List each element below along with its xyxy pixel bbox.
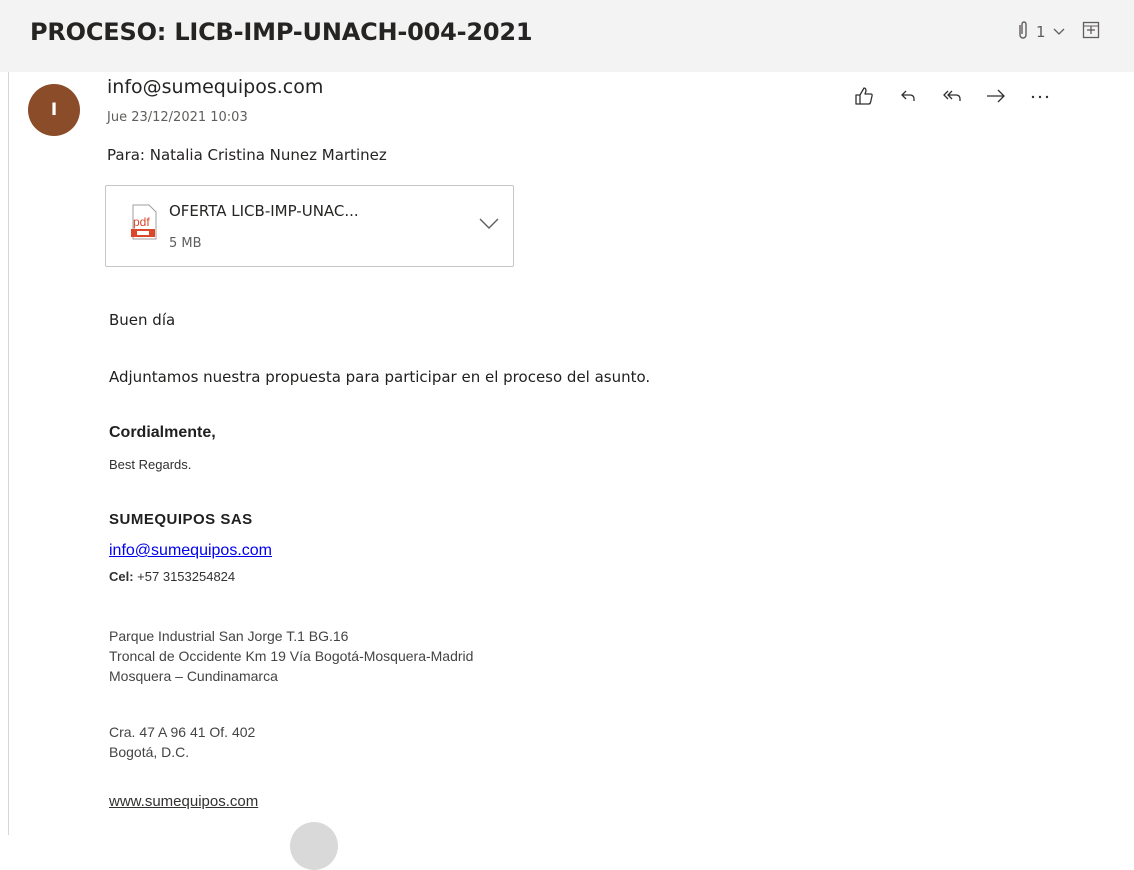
address-block-1: Parque Industrial San Jorge T.1 BG.16 Tr… bbox=[109, 626, 473, 686]
cel-label: Cel: bbox=[109, 569, 134, 584]
email-subject: PROCESO: LICB-IMP-UNACH-004-2021 bbox=[30, 18, 533, 46]
header-tools: 1 bbox=[1016, 20, 1100, 44]
message-actions bbox=[846, 82, 1066, 110]
reply-icon[interactable] bbox=[890, 82, 926, 110]
recipient-line: Para: Natalia Cristina Nunez Martinez bbox=[107, 146, 387, 164]
website-link[interactable]: www.sumequipos.com bbox=[109, 793, 258, 810]
address-line: Cra. 47 A 96 41 Of. 402 bbox=[109, 724, 256, 740]
email-date: Jue 23/12/2021 10:03 bbox=[107, 110, 248, 125]
address-block-2: Cra. 47 A 96 41 Of. 402 Bogotá, D.C. bbox=[109, 722, 255, 762]
address-line: Parque Industrial San Jorge T.1 BG.16 bbox=[109, 628, 349, 644]
chevron-down-icon[interactable] bbox=[478, 216, 500, 236]
company-name: SUMEQUIPOS SAS bbox=[109, 511, 253, 528]
cel-value: +57 3153254824 bbox=[133, 569, 236, 584]
attachment-size: 5 MB bbox=[169, 236, 202, 251]
like-icon[interactable] bbox=[846, 82, 882, 110]
attachment-name[interactable]: OFERTA LICB-IMP-UNAC... bbox=[169, 202, 359, 220]
reply-all-icon[interactable] bbox=[934, 82, 970, 110]
address-line: Mosquera – Cundinamarca bbox=[109, 668, 278, 684]
expand-icon[interactable] bbox=[1082, 21, 1100, 43]
signature-image-partial bbox=[290, 822, 338, 870]
avatar[interactable]: I bbox=[28, 84, 80, 136]
more-icon[interactable] bbox=[1022, 82, 1058, 110]
attachment-count[interactable]: 1 bbox=[1036, 23, 1046, 41]
chevron-down-icon[interactable] bbox=[1052, 23, 1066, 42]
signature-closing: Cordialmente, bbox=[109, 424, 216, 441]
reading-pane-border bbox=[8, 72, 9, 835]
message-text: Adjuntamos nuestra propuesta para partic… bbox=[109, 368, 651, 386]
paperclip-icon[interactable] bbox=[1016, 20, 1030, 44]
cel-line: Cel: +57 3153254824 bbox=[109, 569, 235, 584]
address-line: Bogotá, D.C. bbox=[109, 744, 190, 760]
pdf-icon: pdf bbox=[129, 204, 159, 250]
greeting: Buen día bbox=[109, 311, 176, 329]
attachment-card[interactable]: pdf OFERTA LICB-IMP-UNAC... 5 MB bbox=[105, 185, 514, 267]
signature-email-link[interactable]: info@sumequipos.com bbox=[109, 542, 272, 560]
signature-closing-en: Best Regards. bbox=[109, 457, 192, 472]
address-line: Troncal de Occidente Km 19 Vía Bogotá-Mo… bbox=[109, 648, 474, 664]
svg-text:pdf: pdf bbox=[133, 215, 150, 229]
forward-icon[interactable] bbox=[978, 82, 1014, 110]
sender-address[interactable]: info@sumequipos.com bbox=[107, 76, 323, 98]
